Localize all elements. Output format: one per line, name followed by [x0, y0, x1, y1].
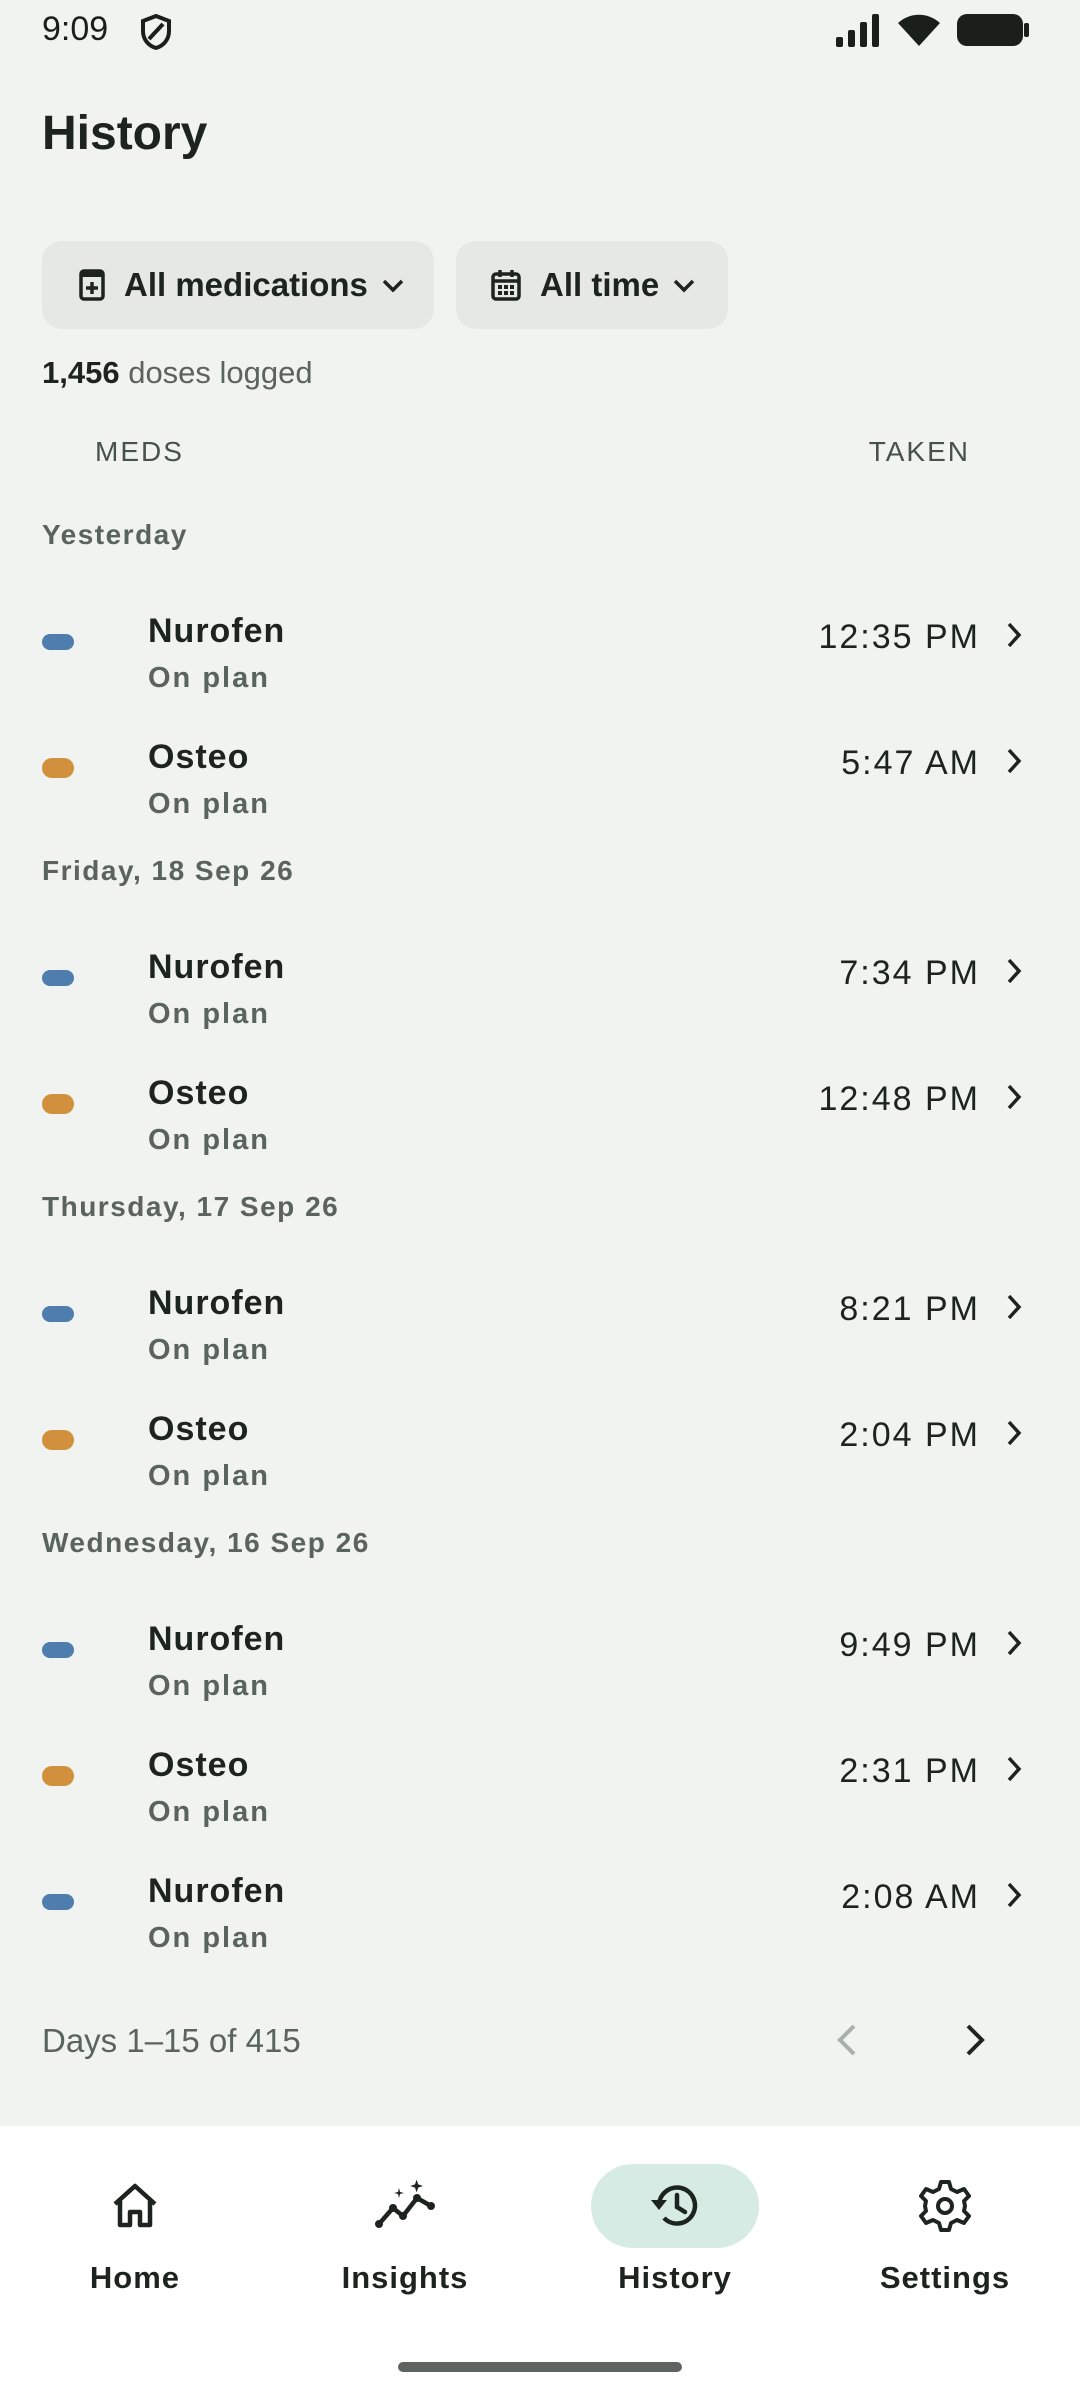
battery-icon [956, 13, 1030, 52]
medications-filter-chip[interactable]: All medications [42, 241, 434, 329]
taken-time: 7:34 PM [839, 954, 980, 992]
nav-insights[interactable]: Insights [270, 2126, 540, 2326]
settings-icon [861, 2164, 1029, 2248]
bottom-navigation: Home Insights History Settings [0, 2126, 1080, 2400]
chevron-right-icon [952, 2024, 996, 2066]
med-status: On plan [148, 998, 270, 1030]
taken-time: 12:48 PM [818, 1080, 980, 1118]
pill-icon [42, 634, 74, 650]
med-name: Osteo [148, 1746, 250, 1784]
chevron-right-icon [1004, 1628, 1024, 1658]
chevron-right-icon [1004, 746, 1024, 776]
med-status: On plan [148, 1334, 270, 1366]
nav-history-label: History [618, 2260, 732, 2295]
home-indicator[interactable] [398, 2362, 682, 2372]
dose-row[interactable]: Nurofen On plan 8:21 PM [0, 1284, 1080, 1394]
page-title: History [42, 107, 208, 160]
chevron-right-icon [1004, 1082, 1024, 1112]
nav-home-label: Home [89, 2260, 181, 2295]
doses-count-suffix: doses logged [128, 355, 313, 390]
calendar-icon [490, 269, 522, 301]
nav-history[interactable]: History [540, 2126, 810, 2326]
day-header: Thursday, 17 Sep 26 [42, 1191, 340, 1222]
medication-icon [78, 269, 106, 301]
dose-row[interactable]: Nurofen On plan 9:49 PM [0, 1620, 1080, 1730]
chevron-right-icon [1004, 1292, 1024, 1322]
chevron-right-icon [1004, 1418, 1024, 1448]
chevron-right-icon [1004, 956, 1024, 986]
med-status: On plan [148, 1124, 270, 1156]
taken-time: 12:35 PM [818, 618, 980, 656]
column-header-taken: TAKEN [868, 436, 970, 467]
status-time: 9:09 [42, 10, 109, 48]
chevron-right-icon [1004, 1880, 1024, 1910]
taken-time: 5:47 AM [841, 744, 980, 782]
doses-count: 1,456 doses logged [42, 355, 313, 391]
med-status: On plan [148, 1670, 270, 1702]
dose-row[interactable]: Nurofen On plan 7:34 PM [0, 948, 1080, 1058]
dose-row[interactable]: Osteo On plan 12:48 PM [0, 1074, 1080, 1184]
dose-row[interactable]: Osteo On plan 2:31 PM [0, 1746, 1080, 1856]
med-status: On plan [148, 788, 270, 820]
taken-time: 2:31 PM [839, 1752, 980, 1790]
med-status: On plan [148, 1796, 270, 1828]
medications-filter-label: All medications [124, 266, 368, 303]
chevron-right-icon [1004, 620, 1024, 650]
taken-time: 2:04 PM [839, 1416, 980, 1454]
insights-icon [321, 2164, 489, 2248]
time-filter-label: All time [540, 266, 660, 303]
med-name: Osteo [148, 738, 250, 776]
shield-icon [140, 13, 172, 51]
pill-icon [42, 1766, 74, 1786]
pill-icon [42, 970, 74, 986]
wifi-icon [896, 12, 942, 53]
med-name: Nurofen [148, 1620, 286, 1658]
day-header: Friday, 18 Sep 26 [42, 855, 295, 886]
nav-home[interactable]: Home [0, 2126, 270, 2326]
med-name: Nurofen [148, 948, 286, 986]
dose-row[interactable]: Osteo On plan 2:04 PM [0, 1410, 1080, 1520]
chevron-down-icon [380, 275, 406, 295]
chevron-left-icon [826, 2024, 870, 2066]
next-page-button[interactable] [952, 2018, 996, 2067]
pill-icon [42, 1642, 74, 1658]
nav-settings-label: Settings [879, 2260, 1011, 2295]
history-icon [591, 2164, 759, 2248]
taken-time: 8:21 PM [839, 1290, 980, 1328]
pill-icon [42, 1094, 74, 1114]
med-name: Osteo [148, 1410, 250, 1448]
day-header: Wednesday, 16 Sep 26 [42, 1527, 370, 1558]
med-name: Nurofen [148, 1284, 286, 1322]
pagination-label: Days 1–15 of 415 [42, 2022, 301, 2059]
pill-icon [42, 1430, 74, 1450]
chevron-right-icon [1004, 1754, 1024, 1784]
home-icon [51, 2164, 219, 2248]
dose-row[interactable]: Osteo On plan 5:47 AM [0, 738, 1080, 848]
med-name: Osteo [148, 1074, 250, 1112]
med-status: On plan [148, 1922, 270, 1954]
med-status: On plan [148, 662, 270, 694]
previous-page-button[interactable] [826, 2018, 870, 2067]
status-icons [834, 12, 1030, 53]
pill-icon [42, 1894, 74, 1910]
dose-row[interactable]: Nurofen On plan 12:35 PM [0, 612, 1080, 722]
pill-icon [42, 758, 74, 778]
signal-icon [834, 13, 882, 52]
nav-insights-label: Insights [341, 2260, 469, 2295]
time-filter-chip[interactable]: All time [456, 241, 728, 329]
column-header-meds: MEDS [95, 436, 184, 467]
taken-time: 2:08 AM [841, 1878, 980, 1916]
taken-time: 9:49 PM [839, 1626, 980, 1664]
day-header: Yesterday [42, 519, 188, 550]
med-name: Nurofen [148, 612, 286, 650]
doses-count-number: 1,456 [42, 355, 120, 390]
chevron-down-icon [671, 275, 697, 295]
dose-row[interactable]: Nurofen On plan 2:08 AM [0, 1872, 1080, 1982]
med-name: Nurofen [148, 1872, 286, 1910]
pill-icon [42, 1306, 74, 1322]
med-status: On plan [148, 1460, 270, 1492]
nav-settings[interactable]: Settings [810, 2126, 1080, 2326]
